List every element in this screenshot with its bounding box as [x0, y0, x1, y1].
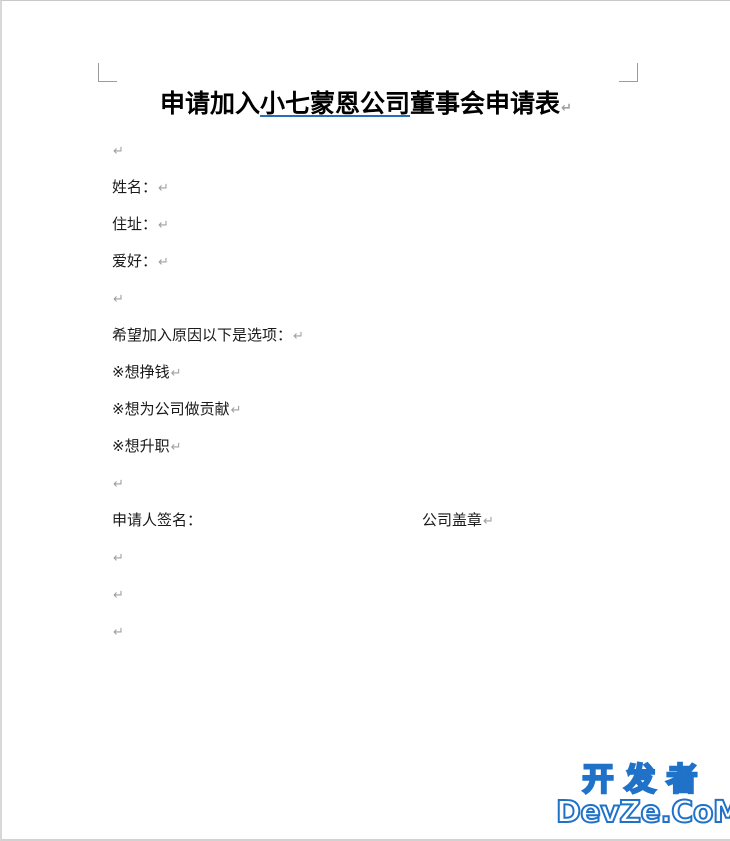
margin-crop-mark-top-right [619, 63, 638, 82]
paragraph-blank-1: ↵ [112, 132, 612, 169]
reason-option-1: ※想挣钱↵ [112, 354, 612, 391]
paragraph-mark-icon: ↵ [158, 218, 169, 233]
reason-option-2-label: ※想为公司做贡献 [112, 400, 230, 418]
reason-option-3: ※想升职↵ [112, 428, 612, 465]
document-title-company-underlined: 小七蒙恩公司 [260, 89, 411, 118]
reason-option-2: ※想为公司做贡献↵ [112, 391, 612, 428]
document-page: 申请加入小七蒙恩公司董事会申请表↵ ↵ 姓名：↵ 住址：↵ 爱好：↵ ↵ 希望加… [0, 0, 730, 841]
company-seal-label: 公司盖章 [422, 511, 483, 529]
paragraph-blank-6: ↵ [112, 613, 612, 650]
site-watermark-logo: 开发者 DevZe.CoM [555, 762, 730, 835]
field-name-label: 姓名： [112, 178, 158, 196]
reason-option-1-label: ※想挣钱 [112, 363, 170, 381]
paragraph-blank-4: ↵ [112, 539, 612, 576]
watermark-latin-text: DevZe.CoM [555, 795, 730, 830]
field-hobby-label: 爱好： [112, 252, 158, 270]
paragraph-mark-icon: ↵ [170, 440, 182, 455]
paragraph-mark-icon: ↵ [158, 255, 169, 270]
paragraph-mark-icon: ↵ [113, 292, 124, 307]
watermark-chinese-text: 开发者 [581, 762, 709, 799]
field-address: 住址：↵ [112, 206, 612, 243]
paragraph-mark-icon: ↵ [113, 625, 124, 640]
paragraph-mark-icon: ↵ [293, 329, 304, 344]
reason-option-3-label: ※想升职 [112, 437, 170, 455]
paragraph-mark-icon: ↵ [483, 514, 494, 529]
document-text-body: 申请加入小七蒙恩公司董事会申请表↵ ↵ 姓名：↵ 住址：↵ 爱好：↵ ↵ 希望加… [112, 87, 612, 650]
paragraph-blank-5: ↵ [112, 576, 612, 613]
document-title: 申请加入小七蒙恩公司董事会申请表↵ [112, 87, 612, 126]
paragraph-mark-icon: ↵ [113, 144, 124, 159]
applicant-signature-label: 申请人签名： [112, 511, 203, 529]
paragraph-mark-icon: ↵ [113, 477, 124, 492]
paragraph-blank-2: ↵ [112, 280, 612, 317]
company-seal-group: 公司盖章↵ [422, 502, 494, 540]
reason-heading: 希望加入原因以下是选项：↵ [112, 317, 612, 354]
signature-row: 申请人签名： 公司盖章↵ [112, 502, 612, 539]
paragraph-blank-3: ↵ [112, 465, 612, 502]
paragraph-mark-icon: ↵ [113, 551, 124, 566]
document-title-suffix: 董事会申请表 [410, 89, 561, 118]
field-hobby: 爱好：↵ [112, 243, 612, 280]
paragraph-mark-icon: ↵ [158, 181, 169, 196]
reason-heading-label: 希望加入原因以下是选项： [112, 326, 293, 344]
paragraph-mark-icon: ↵ [561, 101, 572, 116]
document-title-prefix: 申请加入 [160, 89, 261, 118]
margin-crop-mark-top-left [98, 63, 117, 82]
paragraph-mark-icon: ↵ [230, 403, 242, 418]
field-name: 姓名：↵ [112, 169, 612, 206]
paragraph-mark-icon: ↵ [113, 588, 124, 603]
field-address-label: 住址： [112, 215, 158, 233]
paragraph-mark-icon: ↵ [170, 366, 182, 381]
